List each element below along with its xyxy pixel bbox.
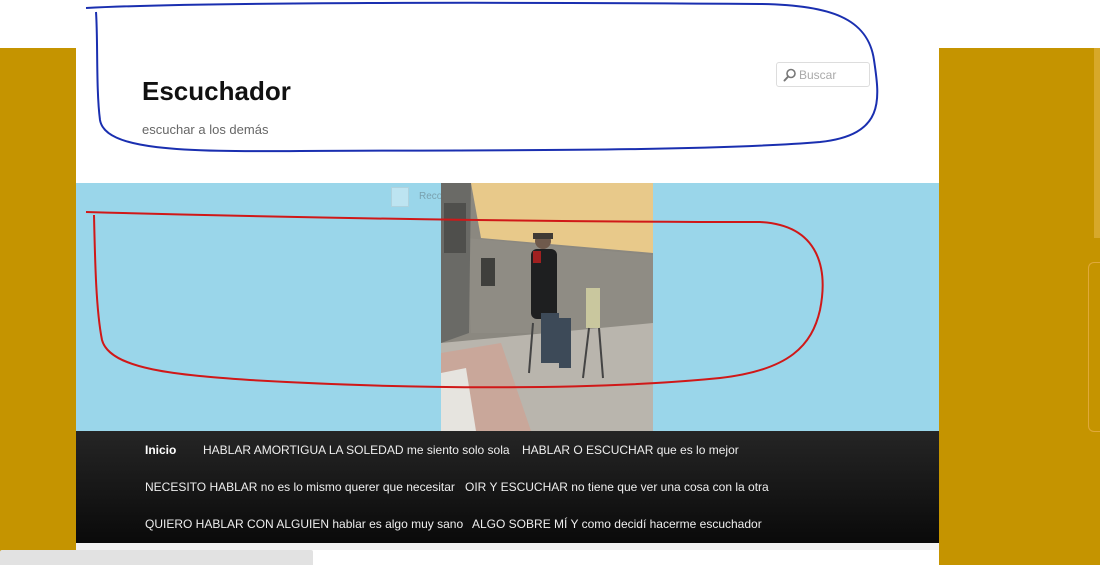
- search-input[interactable]: [799, 65, 867, 84]
- search-box[interactable]: [776, 62, 870, 87]
- content-divider: [76, 543, 939, 550]
- nav-item-hablar-o-escuchar[interactable]: HABLAR O ESCUCHAR que es lo mejor: [522, 443, 739, 457]
- nav-item-algo-sobre-mi[interactable]: ALGO SOBRE MÍ Y como decidí hacerme escu…: [472, 517, 762, 531]
- nav-item-hablar-amortigua[interactable]: HABLAR AMORTIGUA LA SOLEDAD me siento so…: [203, 443, 510, 457]
- right-background-panel: [939, 48, 1100, 565]
- header-banner: Recomendar: [76, 183, 939, 431]
- site-tagline: escuchar a los demás: [142, 122, 269, 137]
- nav-item-quiero-hablar[interactable]: QUIERO HABLAR CON ALGUIEN hablar es algo…: [145, 517, 463, 531]
- main-navigation: Inicio HABLAR AMORTIGUA LA SOLEDAD me si…: [76, 431, 939, 543]
- page-container: Escuchador escuchar a los demás Recomend…: [76, 0, 939, 565]
- nav-item-necesito-hablar[interactable]: NECESITO HABLAR no es lo mismo querer qu…: [145, 480, 455, 494]
- nav-item-inicio[interactable]: Inicio: [145, 443, 176, 457]
- nav-item-oir-y-escuchar[interactable]: OIR Y ESCUCHAR no tiene que ver una cosa…: [465, 480, 769, 494]
- banner-photo: [441, 183, 653, 431]
- search-icon: [783, 68, 796, 82]
- browser-status-bar: [0, 550, 313, 565]
- scrollbar-thumb[interactable]: [1088, 262, 1100, 432]
- scrollbar-track[interactable]: [1094, 48, 1100, 238]
- site-title[interactable]: Escuchador: [142, 76, 291, 107]
- recommend-checkbox[interactable]: [391, 187, 409, 207]
- left-background-panel: [0, 48, 76, 565]
